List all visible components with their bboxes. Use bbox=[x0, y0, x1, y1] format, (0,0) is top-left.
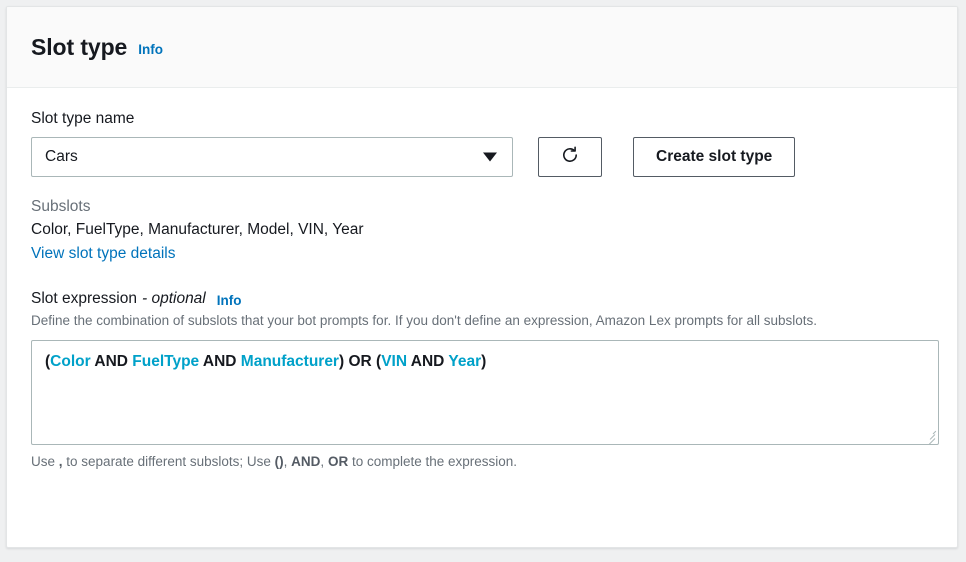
slot-expression-input[interactable]: (Color AND FuelType AND Manufacturer) OR… bbox=[31, 340, 939, 445]
resize-handle-icon[interactable] bbox=[922, 428, 936, 442]
slot-type-name-controls: Cars Create slot type bbox=[31, 137, 933, 177]
refresh-button[interactable] bbox=[538, 137, 602, 177]
slot-expression-label-row: Slot expression - optional Info bbox=[31, 290, 933, 308]
hint-part-4: , bbox=[320, 454, 328, 469]
slot-expression-value: (Color AND FuelType AND Manufacturer) OR… bbox=[45, 352, 925, 371]
panel-header: Slot type Info bbox=[7, 7, 957, 88]
expression-token-op: AND bbox=[407, 353, 448, 370]
hint-bold-or: OR bbox=[328, 454, 348, 469]
expression-token-slot: Manufacturer bbox=[241, 353, 339, 370]
slot-expression-section: Slot expression - optional Info Define t… bbox=[31, 290, 933, 469]
slot-expression-info-link[interactable]: Info bbox=[217, 293, 242, 308]
expression-token-slot: VIN bbox=[381, 353, 407, 370]
expression-token-paren: ) bbox=[481, 353, 486, 370]
hint-bold-and: AND bbox=[291, 454, 320, 469]
slot-type-name-label: Slot type name bbox=[31, 110, 933, 128]
hint-part-2: to separate different subslots; Use bbox=[63, 454, 275, 469]
subslots-value: Color, FuelType, Manufacturer, Model, VI… bbox=[31, 221, 933, 239]
expression-token-slot: FuelType bbox=[132, 353, 199, 370]
create-slot-type-button[interactable]: Create slot type bbox=[633, 137, 795, 177]
slot-type-name-selected-value: Cars bbox=[45, 148, 78, 166]
subslots-section: Subslots Color, FuelType, Manufacturer, … bbox=[31, 198, 933, 263]
slot-type-name-select[interactable]: Cars bbox=[31, 137, 513, 177]
slot-expression-hint: Use , to separate different subslots; Us… bbox=[31, 454, 933, 469]
refresh-icon bbox=[560, 145, 580, 170]
slot-expression-optional-suffix: - optional bbox=[142, 290, 206, 308]
slot-expression-description: Define the combination of subslots that … bbox=[31, 312, 931, 331]
view-slot-type-details-link[interactable]: View slot type details bbox=[31, 245, 175, 263]
panel-info-link[interactable]: Info bbox=[138, 42, 163, 57]
hint-part-1: Use bbox=[31, 454, 59, 469]
slot-type-name-field: Slot type name Cars bbox=[31, 110, 933, 177]
slot-type-name-select-wrap: Cars bbox=[31, 137, 513, 177]
expression-token-op: OR bbox=[344, 353, 376, 370]
hint-bold-parens: () bbox=[275, 454, 284, 469]
slot-expression-label: Slot expression bbox=[31, 290, 137, 308]
expression-token-slot: Year bbox=[448, 353, 481, 370]
subslots-label: Subslots bbox=[31, 198, 933, 216]
slot-type-panel: Slot type Info Slot type name Cars bbox=[6, 6, 958, 548]
hint-part-5: to complete the expression. bbox=[348, 454, 517, 469]
page-title: Slot type bbox=[31, 34, 127, 61]
expression-token-slot: Color bbox=[50, 353, 90, 370]
create-slot-type-label: Create slot type bbox=[656, 148, 772, 166]
expression-token-op: AND bbox=[91, 353, 133, 370]
panel-body: Slot type name Cars bbox=[7, 88, 957, 469]
expression-token-op: AND bbox=[199, 353, 241, 370]
